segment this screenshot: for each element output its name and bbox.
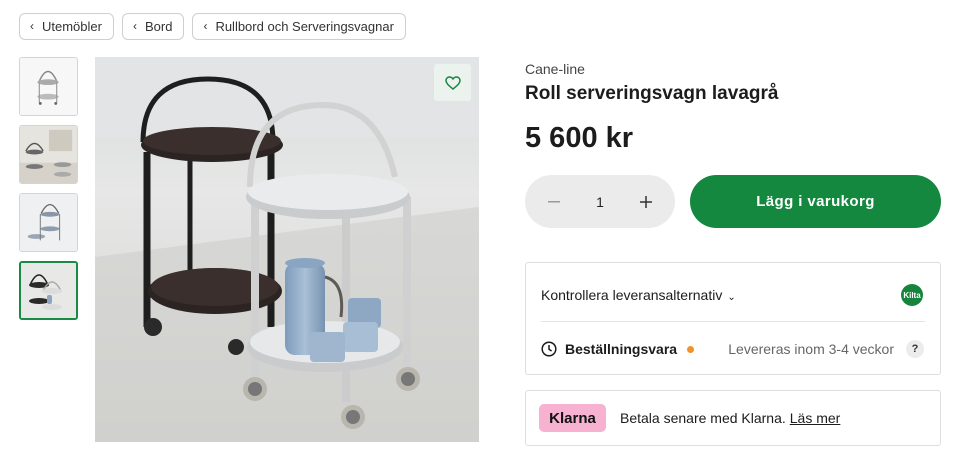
check-delivery-options-link[interactable]: Kontrollera leveransalternativ ⌄ <box>541 287 736 303</box>
help-icon[interactable]: ? <box>906 340 924 358</box>
breadcrumb-label: Utemöbler <box>42 19 102 34</box>
product-title: Roll serveringsvagn lavagrå <box>525 83 779 104</box>
quantity-value[interactable]: 1 <box>596 194 604 210</box>
serving-cart-photo <box>95 57 479 442</box>
thumbnail-image <box>20 126 77 183</box>
quantity-stepper: 1 <box>525 175 675 228</box>
decrease-quantity-button[interactable] <box>539 187 569 217</box>
thumbnail-1[interactable] <box>19 57 78 116</box>
breadcrumb-label: Rullbord och Serveringsvagnar <box>215 19 394 34</box>
plus-icon <box>639 195 652 208</box>
favorite-button[interactable] <box>434 64 471 101</box>
add-to-cart-button[interactable]: Lägg i varukorg <box>690 175 941 228</box>
chevron-down-icon: ⌄ <box>727 292 736 303</box>
breadcrumb: ‹ Utemöbler ‹ Bord ‹ Rullbord och Server… <box>19 13 406 40</box>
chevron-left-icon: ‹ <box>30 18 34 33</box>
klarna-logo: Klarna <box>539 404 606 432</box>
delivery-info-box: Kontrollera leveransalternativ ⌄ Kilta Be… <box>525 262 941 375</box>
breadcrumb-rullbord[interactable]: ‹ Rullbord och Serveringsvagnar <box>192 13 406 40</box>
klarna-text: Betala senare med Klarna. <box>620 410 786 426</box>
klarna-box: Klarna Betala senare med Klarna. Läs mer <box>525 390 941 446</box>
status-dot <box>687 345 695 353</box>
stock-status-row: Beställningsvara Levereras inom 3-4 veck… <box>541 337 924 361</box>
order-type-label: Beställningsvara <box>565 341 678 357</box>
thumbnail-list <box>19 57 78 320</box>
minus-icon <box>548 200 560 202</box>
thumbnail-image <box>21 263 76 318</box>
chevron-left-icon: ‹ <box>132 18 137 33</box>
thumbnail-image <box>20 194 77 251</box>
product-brand[interactable]: Cane-line <box>525 61 585 77</box>
breadcrumb-label: Bord <box>144 19 173 34</box>
thumbnail-4-selected[interactable] <box>19 261 78 320</box>
klarna-read-more-link[interactable]: Läs mer <box>790 410 841 426</box>
check-delivery-label: Kontrollera leveransalternativ <box>541 287 723 303</box>
product-price: 5 600 kr <box>525 122 634 154</box>
lead-time: Levereras inom 3-4 veckor ? <box>728 340 924 358</box>
thumbnail-3[interactable] <box>19 193 78 252</box>
store-badge-icon: Kilta <box>901 284 923 306</box>
breadcrumb-utemobler[interactable]: ‹ Utemöbler <box>19 13 114 40</box>
delivery-options-row: Kontrollera leveransalternativ ⌄ Kilta <box>541 283 923 307</box>
increase-quantity-button[interactable] <box>631 187 661 217</box>
lead-time-label: Levereras inom 3-4 veckor <box>728 341 894 357</box>
product-main-image <box>95 57 479 442</box>
chevron-left-icon: ‹ <box>203 18 208 33</box>
thumbnail-image <box>20 58 77 115</box>
heart-icon <box>444 75 461 90</box>
divider <box>541 321 925 322</box>
clock-icon <box>541 341 557 357</box>
order-type: Beställningsvara <box>541 341 695 357</box>
thumbnail-2[interactable] <box>19 125 78 184</box>
breadcrumb-bord[interactable]: ‹ Bord <box>121 13 185 40</box>
